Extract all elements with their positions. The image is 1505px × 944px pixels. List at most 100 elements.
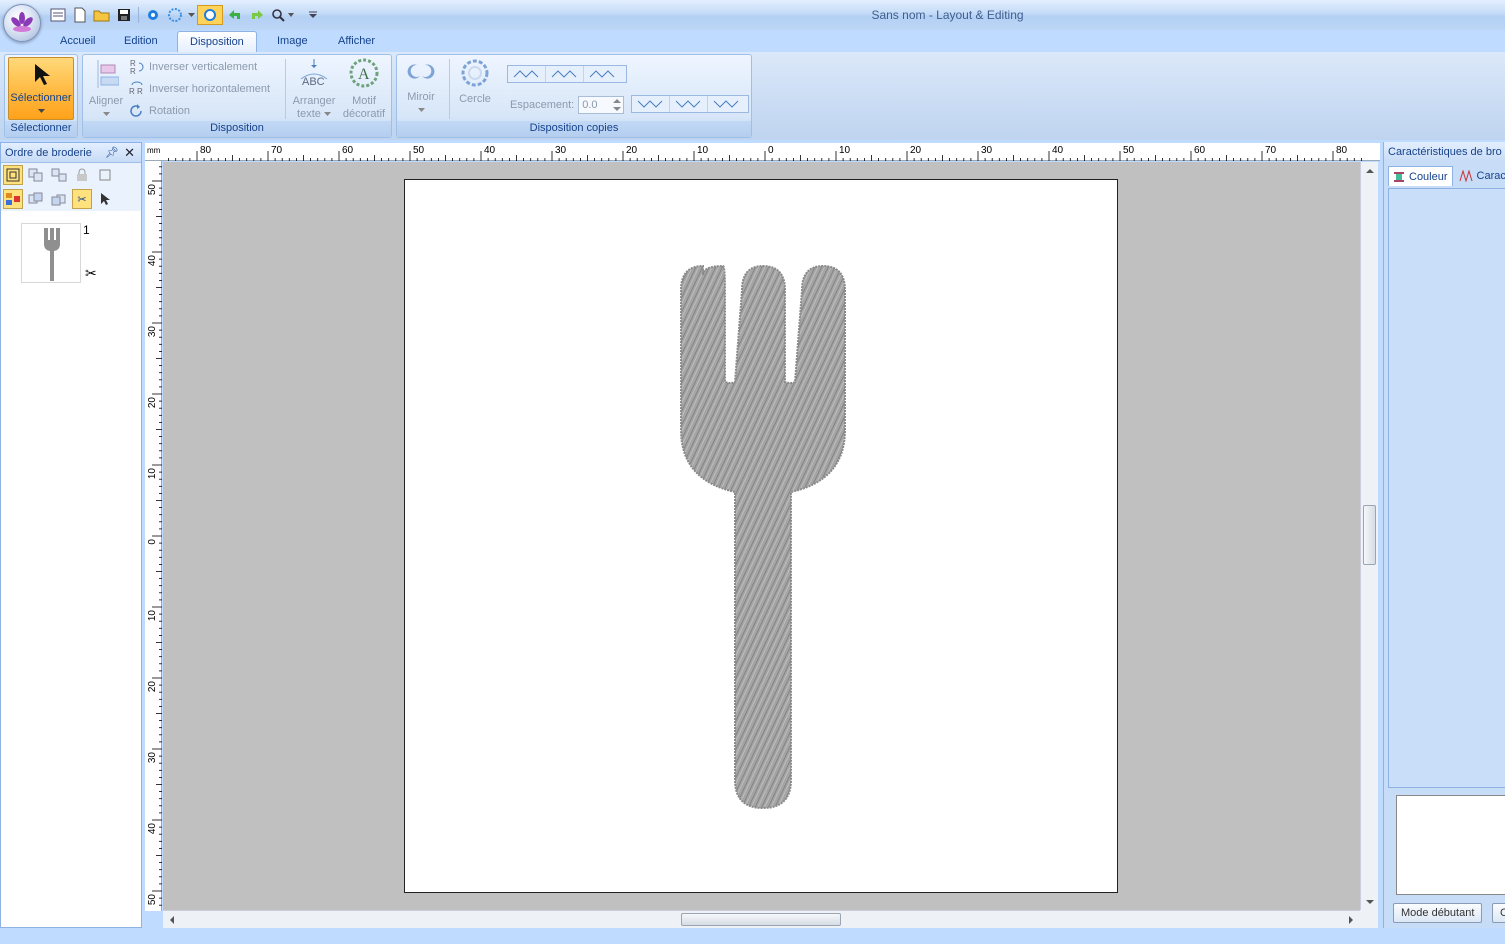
tab-afficher[interactable]: Afficher [326,31,387,52]
tab-edition[interactable]: Edition [112,31,170,52]
ruler-label: 30 [147,326,158,338]
new-file-icon[interactable] [70,5,90,25]
frame-select-icon[interactable] [3,165,23,185]
flip-vertical-label: Inverser verticalement [149,61,258,73]
select-button[interactable]: Sélectionner [8,57,74,120]
ungroup-icon[interactable] [49,165,69,185]
copies-style-gallery-bottom[interactable] [631,95,749,113]
tab-caracteristiques[interactable]: Carac [1455,166,1505,186]
decorative-motif-icon: A [349,58,379,88]
align-label: Aligner [88,95,124,107]
beginner-mode-button[interactable]: Mode débutant [1393,903,1483,923]
decorative-motif-label-2: décoratif [342,108,386,120]
separator [449,59,450,119]
horizontal-scrollbar[interactable] [163,910,1360,928]
rotation-button[interactable]: Rotation [129,101,190,121]
ruler-label: 10 [839,145,851,156]
rotation-label: Rotation [149,105,190,117]
secondary-button[interactable]: C [1492,903,1505,923]
rotation-icon [130,104,142,117]
outline-icon[interactable] [95,165,115,185]
tab-couleur[interactable]: Couleur [1388,166,1453,186]
circle-button[interactable]: Cercle [453,57,497,106]
vertical-scroll-thumb[interactable] [1363,505,1376,565]
tab-accueil[interactable]: Accueil [48,31,107,52]
arrange-text-button[interactable]: ABC Arranger texte [289,57,339,121]
pin-icon[interactable]: 📌︎ [105,143,119,163]
ruler-label: 20 [626,145,638,156]
cursor-icon[interactable] [95,189,115,209]
lock-icon[interactable] [72,165,92,185]
dropdown-arrow-icon[interactable] [187,5,195,25]
copy-pattern-icon[interactable] [584,66,622,82]
point-icon[interactable] [143,5,163,25]
embroidery-item-thumbnail[interactable] [21,223,81,283]
scissors-icon[interactable]: ✂ [72,189,92,209]
ruler-label: 0 [768,145,774,156]
stitch-pattern-icon [1459,170,1473,182]
flip-vertical-button[interactable]: RR Inverser verticalement [129,57,257,77]
circle-copies-icon [461,59,489,87]
copies-group-label: Disposition copies [397,121,751,137]
flip-horizontal-button[interactable]: RR Inverser horizontalement [129,79,270,99]
right-panel-tabs: Couleur Carac [1384,162,1505,186]
copy-pattern-icon[interactable] [632,96,670,112]
svg-text:ABC: ABC [302,76,325,88]
tab-disposition[interactable]: Disposition [177,31,257,52]
circle-dots-icon[interactable] [165,5,185,25]
view-circle-icon[interactable] [197,5,223,25]
color-list[interactable] [1388,188,1505,788]
flip-vertical-icon: RR [130,59,144,75]
ruler-label: 70 [1265,145,1277,156]
vertical-ruler: 50 40 30 20 10 0 10 20 30 40 50 [145,161,162,911]
spacing-row: Espacement: 0.0 [510,95,625,115]
copy-pattern-icon[interactable] [508,66,546,82]
horizontal-scroll-thumb[interactable] [681,913,841,926]
align-button[interactable]: Aligner [86,57,126,121]
customize-arrow-icon[interactable] [305,5,321,25]
group-icon[interactable] [26,165,46,185]
flip-horizontal-label: Inverser horizontalement [149,83,271,95]
copies-style-gallery-top[interactable] [507,65,627,83]
move-down-icon[interactable] [49,189,69,209]
close-icon[interactable]: ✕ [124,143,135,163]
svg-text:R: R [130,67,136,75]
dropdown-arrow-icon [323,112,331,116]
embroidery-order-panel: Ordre de broderie 📌︎ ✕ ✂ 1 ✂ [0,142,142,928]
circle-label: Cercle [459,93,491,105]
redo-icon[interactable] [247,5,267,25]
tab-carac-label: Carac [1476,170,1505,182]
mirror-label: Miroir [407,91,435,103]
separator [285,59,286,119]
hoop-page[interactable] [404,179,1118,893]
sort-color-icon[interactable] [3,189,23,209]
scroll-up-icon[interactable] [1362,166,1378,176]
undo-icon[interactable] [225,5,245,25]
application-menu-button[interactable] [3,4,41,42]
copy-pattern-icon[interactable] [708,96,746,112]
open-folder-icon[interactable] [92,5,112,25]
zoom-icon[interactable] [269,5,297,25]
tab-image[interactable]: Image [265,31,320,52]
status-bar [0,928,1505,944]
mirror-button[interactable]: Miroir [401,57,441,117]
spinner-icon[interactable] [613,98,622,112]
save-icon[interactable] [114,5,134,25]
vertical-scrollbar[interactable] [1360,162,1378,910]
ruler-label: 50 [147,894,158,906]
cut-scissors-icon: ✂ [85,265,97,281]
fork-embroidery-design[interactable] [405,180,1119,894]
copies-group: Miroir Cercle Espacement: 0.0 Dispositio… [396,54,752,138]
spacing-input[interactable]: 0.0 [578,96,625,114]
scroll-down-icon[interactable] [1362,897,1378,907]
title-bar: Sans nom - Layout & Editing [0,0,1505,30]
copy-pattern-icon[interactable] [670,96,708,112]
scroll-left-icon[interactable] [167,912,177,928]
move-up-icon[interactable] [26,189,46,209]
copy-pattern-icon[interactable] [546,66,584,82]
ruler-unit: mm [147,146,161,155]
panel-header: Ordre de broderie 📌︎ ✕ [1,143,141,163]
scroll-right-icon[interactable] [1346,912,1356,928]
decorative-motif-button[interactable]: A Motif décoratif [339,57,389,121]
layout-icon[interactable] [48,5,68,25]
